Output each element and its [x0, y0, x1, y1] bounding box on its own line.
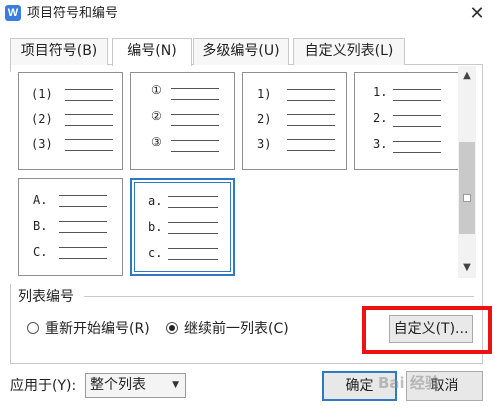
text-line	[59, 195, 107, 207]
text-line	[171, 140, 219, 152]
title-bar: W 项目符号和编号 ✕	[0, 0, 495, 32]
text-line	[65, 114, 113, 126]
list-marker: 2.	[373, 111, 388, 125]
text-line	[168, 196, 218, 208]
radio-circle-icon	[27, 322, 39, 334]
numbering-style-lower-alpha[interactable]: a. b. c.	[130, 178, 235, 276]
list-marker: 3.	[373, 137, 388, 151]
radio-checked-icon	[166, 322, 178, 334]
list-marker: c.	[148, 246, 163, 260]
numbering-gallery: (1) (2) (3) ① ② ③ 1) 2) 3) 1. 2. 3. A. B…	[10, 72, 462, 284]
list-marker: (1)	[31, 87, 53, 101]
text-line	[59, 221, 107, 233]
text-line	[287, 89, 335, 101]
tab-multilevel[interactable]: 多级编号(U)	[193, 38, 289, 65]
highlight-annotation-box	[362, 306, 492, 354]
numbering-style-number-paren[interactable]: 1) 2) 3)	[242, 72, 347, 170]
list-marker: 2)	[257, 112, 272, 126]
list-marker: 1.	[373, 85, 388, 99]
text-line	[287, 139, 335, 151]
list-marker: A.	[33, 193, 48, 207]
list-numbering-group-label: 列表编号	[18, 289, 74, 305]
tab-numbering[interactable]: 编号(N)	[112, 38, 192, 66]
apply-to-select[interactable]: 整个列表 ▼	[85, 373, 186, 398]
list-marker: (3)	[31, 137, 53, 151]
chevron-down-icon: ▼	[172, 380, 179, 390]
text-line	[393, 115, 441, 127]
tab-bullets[interactable]: 项目符号(B)	[10, 38, 108, 65]
scroll-down-icon[interactable]: ▼	[458, 260, 476, 276]
restart-numbering-label: 重新开始编号(R)	[45, 321, 150, 337]
text-line	[171, 114, 219, 126]
gallery-scrollbar[interactable]: ▲ ▼	[458, 66, 476, 278]
list-marker: C.	[33, 245, 48, 259]
list-marker: a.	[148, 194, 163, 208]
scroll-up-icon[interactable]: ▲	[458, 68, 476, 84]
list-marker: (2)	[31, 112, 53, 126]
text-line	[168, 222, 218, 234]
text-line	[393, 89, 441, 101]
text-line	[65, 89, 113, 101]
dialog-title: 项目符号和编号	[27, 6, 119, 21]
numbering-style-number-dot[interactable]: 1. 2. 3.	[354, 72, 459, 170]
text-line	[168, 248, 218, 260]
continue-list-radio[interactable]: 继续前一列表(C)	[166, 319, 289, 339]
close-icon[interactable]: ✕	[466, 3, 488, 25]
scrollbar-thumb[interactable]	[459, 142, 475, 234]
group-divider	[84, 296, 474, 297]
text-line	[287, 114, 335, 126]
scroll-grip-icon	[463, 194, 471, 202]
watermark: Bai 经验	[378, 374, 440, 392]
list-marker: 3)	[257, 137, 272, 151]
list-marker: B.	[33, 219, 48, 233]
apply-to-value: 整个列表	[90, 377, 146, 393]
list-marker: 1)	[257, 87, 272, 101]
continue-list-label: 继续前一列表(C)	[184, 321, 289, 337]
list-marker: ②	[151, 109, 162, 123]
tab-custom-list[interactable]: 自定义列表(L)	[293, 38, 405, 65]
text-line	[65, 139, 113, 151]
restart-numbering-radio[interactable]: 重新开始编号(R)	[27, 319, 150, 339]
numbering-style-circled[interactable]: ① ② ③	[130, 72, 235, 170]
numbering-style-paren[interactable]: (1) (2) (3)	[18, 72, 123, 170]
list-marker: ①	[151, 83, 162, 97]
text-line	[393, 141, 441, 153]
apply-to-label: 应用于(Y):	[10, 378, 77, 394]
list-marker: b.	[148, 220, 163, 234]
list-marker: ③	[151, 135, 162, 149]
numbering-style-upper-alpha[interactable]: A. B. C.	[18, 178, 123, 276]
wps-writer-icon: W	[5, 5, 21, 21]
text-line	[171, 88, 219, 100]
text-line	[59, 247, 107, 259]
